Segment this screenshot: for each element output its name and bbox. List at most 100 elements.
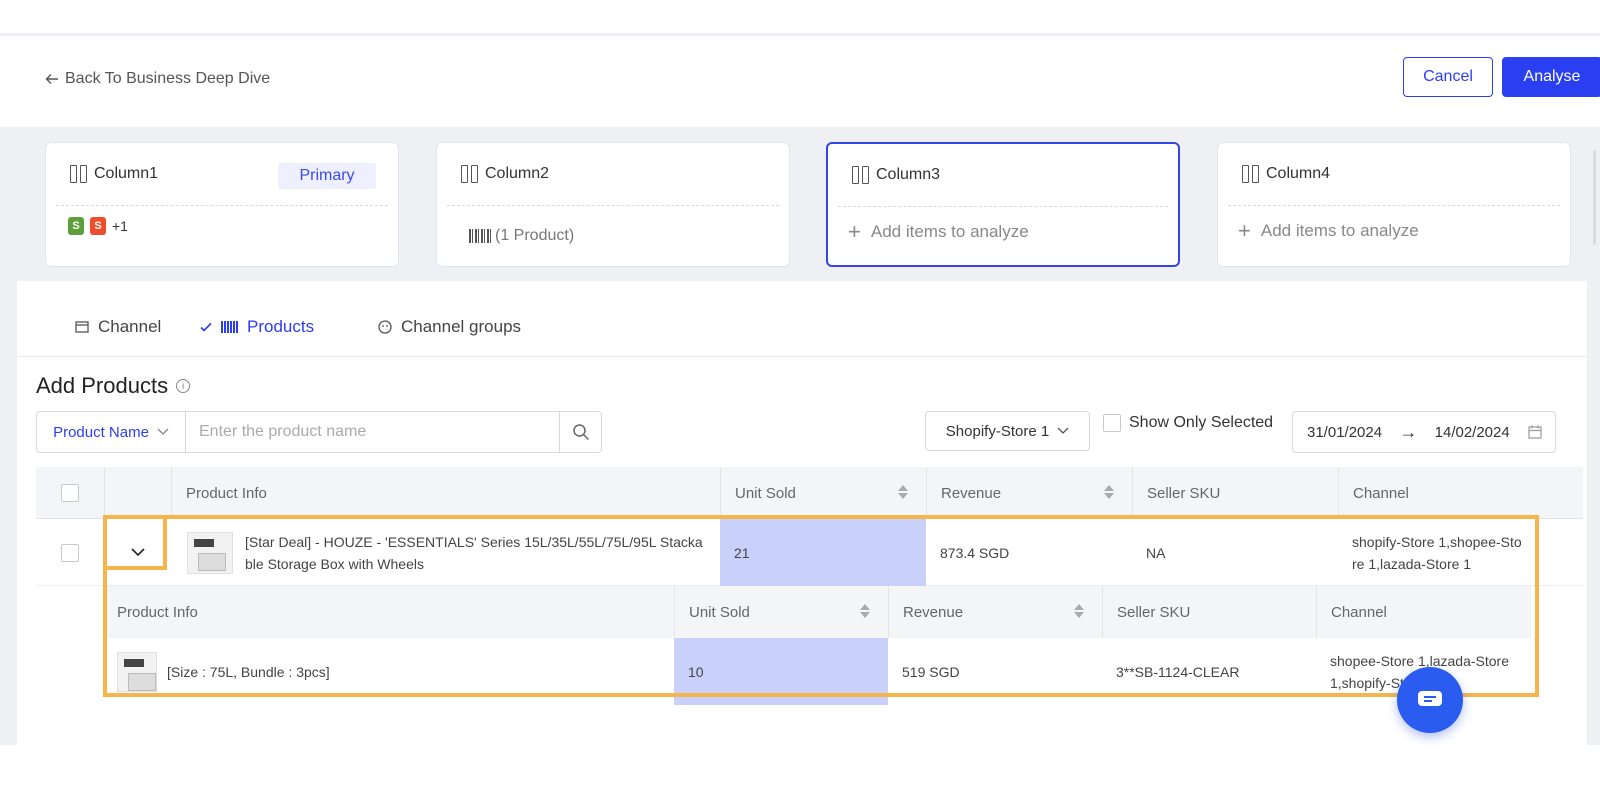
column-icon [70, 165, 88, 183]
row-checkbox[interactable] [61, 543, 79, 562]
column-card-4[interactable]: Column4 + Add items to analyze [1217, 142, 1571, 267]
check-icon [200, 322, 212, 332]
barcode-icon [469, 229, 491, 243]
tab-products[interactable]: Products [199, 317, 314, 337]
column-icon [852, 166, 870, 184]
date-arrow: → [1399, 421, 1418, 442]
page-header: Back To Business Deep Dive Cancel Analys… [0, 39, 1600, 127]
product-name-line: [Star Deal] - HOUZE - 'ESSENTIALS' Serie… [245, 533, 703, 550]
variant-unit-sold-cell: 10 [674, 638, 888, 705]
column-header: Column1 [70, 165, 158, 183]
arrow-left-icon [45, 74, 58, 84]
analyse-button[interactable]: Analyse [1502, 57, 1600, 97]
variant-row[interactable]: [Size : 75L, Bundle : 3pcs] 10 519 SGD 3… [103, 638, 1531, 705]
divider [447, 205, 779, 206]
cancel-button[interactable]: Cancel [1403, 57, 1493, 97]
channel-line: shopify-Store 1,shopee-Sto [1352, 533, 1522, 550]
variant-thumbnail [117, 651, 157, 692]
sort-icon[interactable] [860, 604, 870, 618]
chat-button[interactable] [1397, 667, 1463, 733]
header-label: Unit Sold [689, 603, 750, 621]
chat-icon [1418, 691, 1442, 706]
column-header: Column2 [461, 165, 549, 183]
search-field-select[interactable]: Product Name [37, 412, 186, 452]
show-only-selected-checkbox[interactable] [1103, 414, 1121, 432]
calendar-icon [1528, 425, 1542, 439]
column-label: Column1 [94, 165, 159, 182]
store-select-value: Shopify-Store 1 [945, 422, 1050, 440]
header-revenue[interactable]: Revenue [926, 467, 1132, 519]
tab-label: Channel groups [401, 317, 522, 336]
info-icon[interactable]: i [176, 379, 191, 393]
header-unit-sold[interactable]: Unit Sold [720, 467, 926, 519]
product-summary: (1 Product) [469, 227, 574, 245]
product-name-line: ble Storage Box with Wheels [245, 555, 424, 572]
panel-title-text: Add Products [36, 373, 169, 398]
channel-cell: shopify-Store 1,shopee-Sto re 1,lazada-S… [1338, 519, 1583, 586]
tab-label: Products [247, 317, 315, 336]
search-input[interactable] [186, 412, 559, 452]
unit-sold-cell: 21 [720, 519, 926, 586]
header-label: Unit Sold [735, 484, 796, 502]
date-start[interactable]: 31/01/2024 [1307, 424, 1382, 441]
row-checkbox-cell [36, 519, 104, 586]
chevron-down-icon [157, 428, 169, 435]
date-range-picker[interactable]: 31/01/2024 → 14/02/2024 [1292, 411, 1556, 453]
seller-sku-cell: NA [1146, 544, 1166, 561]
variant-name: [Size : 75L, Bundle : 3pcs] [167, 663, 330, 680]
channel-line: re 1,lazada-Store 1 [1352, 555, 1472, 572]
search-icon [572, 424, 589, 441]
tab-channel[interactable]: Channel [74, 317, 161, 337]
revenue-cell: 873.4 SGD [940, 544, 1010, 561]
extra-count: +1 [112, 218, 128, 234]
column-icon [461, 165, 479, 183]
back-link[interactable]: Back To Business Deep Dive [45, 70, 270, 88]
plus-icon: + [1238, 218, 1251, 243]
expand-toggle[interactable] [104, 519, 171, 586]
tab-channel-groups[interactable]: Channel groups [377, 317, 521, 337]
expand-column-header [104, 467, 171, 519]
tab-bar: Channel Products Channel groups [17, 281, 1587, 357]
search-field-label: Product Name [53, 423, 149, 441]
scrollbar[interactable] [1593, 150, 1596, 245]
sort-icon[interactable] [1104, 485, 1114, 499]
column-label: Column3 [876, 166, 941, 183]
select-all-checkbox[interactable] [61, 484, 79, 502]
shopify-icon: S [68, 217, 84, 235]
sub-header-unit-sold[interactable]: Unit Sold [674, 586, 888, 638]
sub-header-channel: Channel [1316, 586, 1531, 638]
add-items-button[interactable]: + Add items to analyze [848, 219, 1029, 245]
variant-info-cell: [Size : 75L, Bundle : 3pcs] [103, 638, 674, 705]
sub-header-revenue[interactable]: Revenue [888, 586, 1102, 638]
sort-icon[interactable] [1074, 604, 1084, 618]
column-card-1[interactable]: Column1 Primary S S +1 [45, 142, 399, 267]
chevron-down-icon [130, 548, 145, 557]
variant-subtable: Product Info Unit Sold Revenue Seller SK… [103, 586, 1531, 726]
add-items-label: Add items to analyze [1260, 221, 1419, 240]
show-only-selected-toggle[interactable]: Show Only Selected [1103, 414, 1273, 432]
column-icon [1242, 165, 1260, 183]
divider [56, 205, 388, 206]
products-table: Product Info Unit Sold Revenue Seller SK… [36, 467, 1583, 727]
show-only-selected-label: Show Only Selected [1129, 414, 1274, 431]
sub-header-product-info: Product Info [117, 603, 198, 621]
search-bar: Product Name [36, 411, 602, 453]
column-card-3[interactable]: Column3 + Add items to analyze [826, 142, 1180, 267]
back-label: Back To Business Deep Dive [65, 70, 271, 87]
column-card-2[interactable]: Column2 (1 Product) [436, 142, 790, 267]
header-label: Revenue [903, 603, 964, 621]
store-select[interactable]: Shopify-Store 1 [925, 411, 1090, 451]
sort-icon[interactable] [898, 485, 908, 499]
divider [838, 206, 1168, 207]
variant-sku-cell: 3**SB-1124-CLEAR [1116, 663, 1240, 680]
header-channel: Channel [1338, 467, 1583, 519]
sub-header-seller-sku: Seller SKU [1102, 586, 1316, 638]
bottom-area [0, 745, 1600, 800]
add-items-button[interactable]: + Add items to analyze [1238, 218, 1419, 244]
search-button[interactable] [559, 412, 601, 452]
date-end[interactable]: 14/02/2024 [1435, 424, 1510, 441]
shopee-icon: S [90, 217, 106, 235]
product-thumbnail [187, 531, 233, 574]
header-seller-sku: Seller SKU [1132, 467, 1338, 519]
table-row[interactable]: [Star Deal] - HOUZE - 'ESSENTIALS' Serie… [36, 519, 1583, 586]
